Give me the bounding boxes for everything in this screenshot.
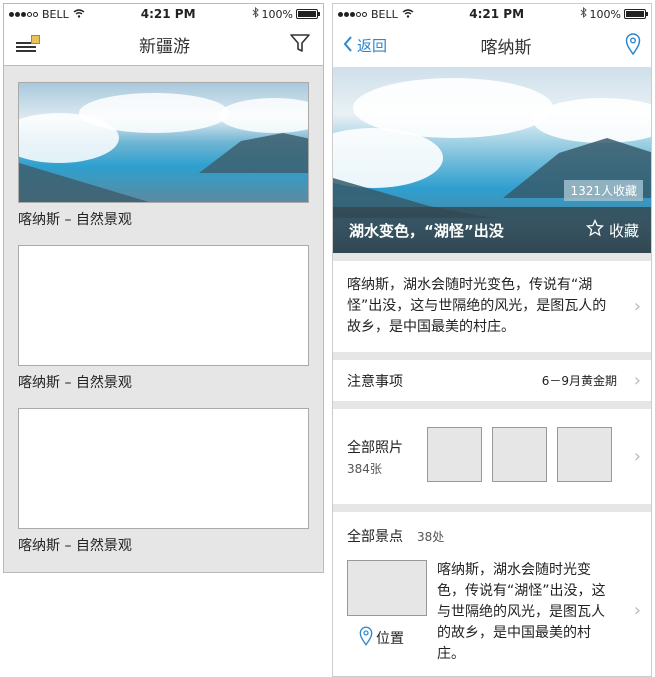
card-caption: 喀纳斯 – 自然景观 xyxy=(18,538,132,554)
chevron-right-icon: › xyxy=(633,446,641,467)
battery-icon xyxy=(623,9,648,19)
card-caption: 喀纳斯 – 自然景观 xyxy=(18,375,132,391)
bluetooth-icon xyxy=(580,6,587,21)
spots-header[interactable]: 全部景点 38处 xyxy=(333,512,651,560)
filter-icon[interactable] xyxy=(289,32,311,58)
divider xyxy=(333,352,651,360)
signal-icon xyxy=(9,11,38,17)
menu-icon[interactable] xyxy=(16,34,40,55)
chevron-right-icon: › xyxy=(633,296,641,317)
photos-count: 384张 xyxy=(347,461,382,476)
location-label: 位置 xyxy=(376,631,404,647)
back-label: 返回 xyxy=(357,37,388,55)
back-button[interactable]: 返回 xyxy=(343,35,387,56)
card-image-placeholder xyxy=(18,245,309,366)
spot-item[interactable]: 位置 喀纳斯，湖水会随时光变色，传说有“湖怪”出没，这与世隔绝的风光，是图瓦人的… xyxy=(333,560,651,670)
bluetooth-icon xyxy=(252,6,259,21)
status-time: 4:21 PM xyxy=(140,7,196,21)
detail-screen: BELL 4:21 PM 100% 返回 喀纳斯 1321人收藏 湖水变色，“湖… xyxy=(332,3,652,677)
wifi-icon xyxy=(73,8,85,21)
spots-count: 38处 xyxy=(417,529,445,544)
card-image-placeholder xyxy=(18,408,309,529)
spot-description: 喀纳斯，湖水会随时光变色，传说有“湖怪”出没，这与世隔绝的风光，是图瓦人的故乡，… xyxy=(437,562,606,662)
list-screen: BELL 4:21 PM 100% 新疆游 喀纳斯 – 自然景观 喀纳斯 – 自… xyxy=(3,3,324,573)
notice-row[interactable]: 注意事项 6－9月黄金期 › xyxy=(333,360,651,401)
description-text: 喀纳斯，湖水会随时光变色，传说有“湖怪”出没，这与世隔绝的风光，是图瓦人的故乡，… xyxy=(347,277,607,335)
chevron-right-icon: › xyxy=(633,600,641,621)
photo-thumbnail[interactable] xyxy=(557,427,612,482)
star-icon xyxy=(585,218,605,241)
nav-bar: 返回 喀纳斯 xyxy=(333,24,651,68)
photo-thumbnail[interactable] xyxy=(427,427,482,482)
nav-bar: 新疆游 xyxy=(4,24,323,66)
destination-card[interactable]: 喀纳斯 – 自然景观 xyxy=(18,245,309,392)
destination-card[interactable]: 喀纳斯 – 自然景观 xyxy=(18,82,309,229)
battery-icon xyxy=(295,9,320,19)
battery-label: 100% xyxy=(261,7,293,21)
chevron-right-icon: › xyxy=(633,370,641,391)
description-row[interactable]: 喀纳斯，湖水会随时光变色，传说有“湖怪”出没，这与世隔绝的风光，是图瓦人的故乡，… xyxy=(333,261,651,352)
notice-label: 注意事项 xyxy=(347,373,403,390)
carrier-label: BELL xyxy=(42,7,69,21)
photo-thumbnail[interactable] xyxy=(492,427,547,482)
card-image xyxy=(18,82,309,203)
divider xyxy=(333,253,651,261)
spots-label: 全部景点 xyxy=(347,529,403,545)
page-title: 新疆游 xyxy=(139,37,190,57)
hero-caption-bar: 湖水变色，“湖怪”出没 收藏 xyxy=(333,207,651,253)
favorite-count-badge: 1321人收藏 xyxy=(564,180,643,201)
spot-image-placeholder xyxy=(347,560,427,616)
favorite-button[interactable]: 收藏 xyxy=(585,218,639,241)
divider xyxy=(333,401,651,409)
location-pin-icon xyxy=(359,626,373,650)
spot-location[interactable]: 位置 xyxy=(359,626,404,650)
location-pin-icon[interactable] xyxy=(625,32,641,59)
wifi-icon xyxy=(402,8,414,21)
status-bar: BELL 4:21 PM 100% xyxy=(4,4,323,24)
photos-row[interactable]: 全部照片 384张 › xyxy=(333,409,651,504)
photo-thumbnails xyxy=(427,427,612,482)
card-caption: 喀纳斯 – 自然景观 xyxy=(18,212,132,228)
favorite-label: 收藏 xyxy=(608,221,639,240)
status-bar: BELL 4:21 PM 100% xyxy=(333,4,651,24)
hero-image: 1321人收藏 湖水变色，“湖怪”出没 收藏 xyxy=(333,68,651,253)
status-time: 4:21 PM xyxy=(469,7,525,21)
chevron-left-icon xyxy=(343,35,353,56)
photos-label: 全部照片 xyxy=(347,439,403,456)
signal-icon xyxy=(338,11,367,17)
notice-value: 6－9月黄金期 xyxy=(541,374,617,388)
hero-headline: 湖水变色，“湖怪”出没 xyxy=(349,221,504,240)
destination-card[interactable]: 喀纳斯 – 自然景观 xyxy=(18,408,309,555)
page-title: 喀纳斯 xyxy=(480,38,532,58)
battery-label: 100% xyxy=(589,7,621,21)
divider xyxy=(333,504,651,512)
carrier-label: BELL xyxy=(371,7,398,21)
